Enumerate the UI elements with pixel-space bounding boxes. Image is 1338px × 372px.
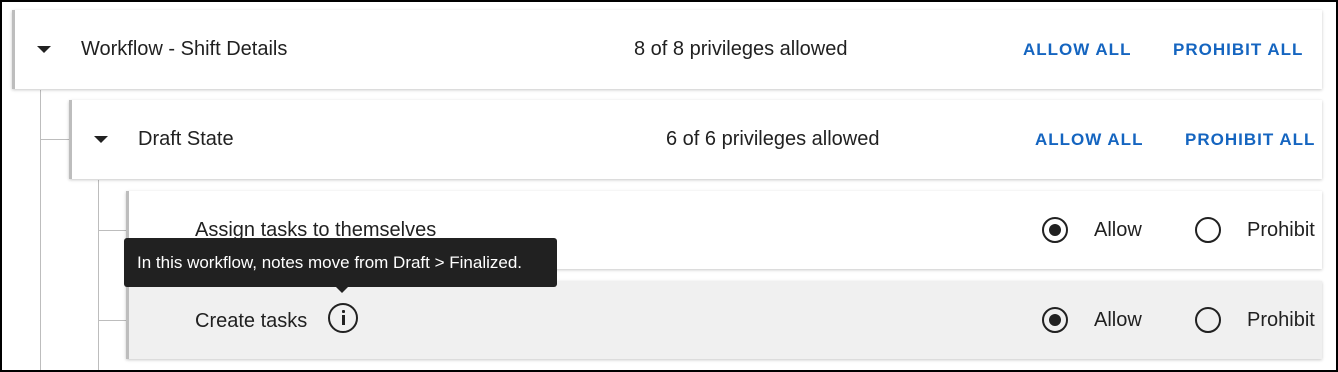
workflow-prohibit-all-button[interactable]: PROHIBIT ALL: [1173, 40, 1303, 60]
tree-line: [98, 230, 126, 231]
state-allow-all-button[interactable]: ALLOW ALL: [1035, 130, 1143, 150]
tree-line: [98, 180, 99, 372]
tree-line: [98, 320, 126, 321]
state-title: Draft State: [138, 128, 234, 150]
workflow-allow-all-button[interactable]: ALLOW ALL: [1023, 40, 1131, 60]
privilege-label: Create tasks: [195, 310, 308, 332]
radio-selected-dot: [1049, 224, 1061, 236]
allow-label: Allow: [1094, 219, 1142, 241]
state-prohibit-all-button[interactable]: PROHIBIT ALL: [1185, 130, 1315, 150]
workflow-panel: Workflow - Shift Details 8 of 8 privileg…: [12, 10, 1322, 89]
prohibit-label: Prohibit: [1247, 219, 1315, 241]
workflow-title: Workflow - Shift Details: [81, 38, 288, 60]
radio-selected-dot: [1049, 314, 1061, 326]
privilege-row: Create tasks Allow Prohibit: [126, 281, 1322, 359]
state-privilege-count: 6 of 6 privileges allowed: [666, 128, 880, 150]
allow-label: Allow: [1094, 309, 1142, 331]
allow-radio[interactable]: [1042, 307, 1068, 333]
allow-radio[interactable]: [1042, 217, 1068, 243]
workflow-privilege-count: 8 of 8 privileges allowed: [634, 38, 848, 60]
collapse-caret-icon[interactable]: [37, 46, 51, 53]
info-tooltip: In this workflow, notes move from Draft …: [124, 238, 557, 287]
info-icon[interactable]: [328, 303, 358, 333]
tree-line: [40, 139, 70, 140]
tree-line: [40, 90, 41, 372]
collapse-caret-icon[interactable]: [94, 136, 108, 143]
tooltip-arrow: [336, 287, 348, 293]
prohibit-radio[interactable]: [1195, 307, 1221, 333]
prohibit-radio[interactable]: [1195, 217, 1221, 243]
prohibit-label: Prohibit: [1247, 309, 1315, 331]
state-panel: Draft State 6 of 6 privileges allowed AL…: [69, 100, 1322, 179]
